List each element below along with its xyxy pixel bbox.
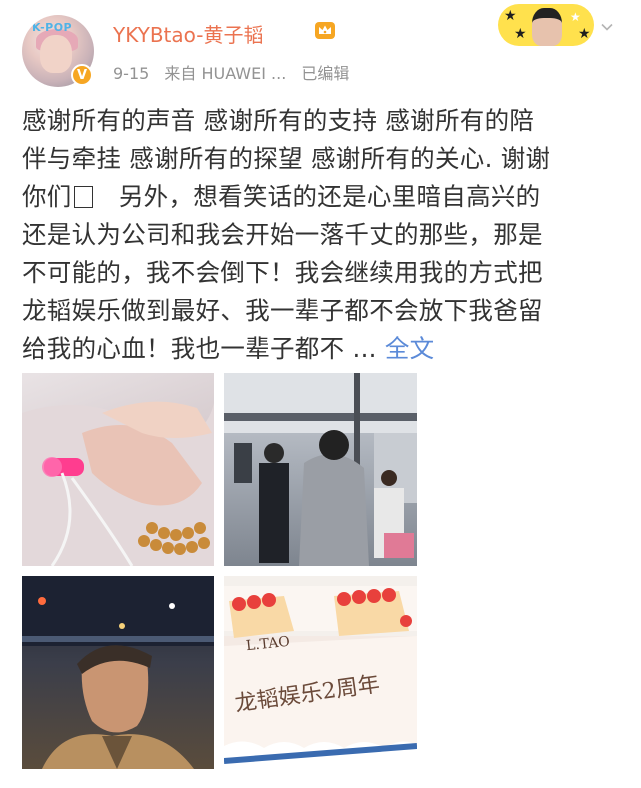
photo-hospital-hand-art bbox=[22, 401, 214, 566]
avatar-face bbox=[40, 35, 72, 73]
post-date: 9-15 bbox=[113, 64, 150, 83]
post-meta: 9-15 来自 HUAWEI ... 已编辑 bbox=[113, 60, 359, 84]
username[interactable]: YKYBtao-黄子韬 bbox=[113, 19, 263, 48]
post-text-line-8: 给我的心血！我也一辈子都不 ... 全文 bbox=[22, 330, 622, 368]
post-body: 感谢所有的声音 感谢所有的支持 感谢所有的陪 伴与牵挂 感谢所有的探望 感谢所有… bbox=[22, 102, 622, 368]
post-header: K-POP V YKYBtao-黄子韬 9-15 来自 HUAWEI ... 已… bbox=[0, 0, 641, 92]
photo-anniversary-cake[interactable]: L.TAO 龙韬娱乐2周年 bbox=[224, 576, 417, 769]
crown-icon bbox=[315, 22, 335, 39]
emoji-placeholder-icon bbox=[73, 186, 93, 208]
photo-cake-art bbox=[224, 576, 417, 769]
post-text-line: 龙韬娱乐做到最好、我一辈子都不会放下我爸留 bbox=[22, 296, 543, 325]
full-text-link[interactable]: 全文 bbox=[385, 334, 435, 363]
post-text-fragment: 你们 bbox=[22, 182, 72, 211]
card-sticker[interactable]: ★ ★ ★ ★ bbox=[498, 4, 594, 46]
photo-office[interactable] bbox=[224, 373, 417, 566]
photo-office-art bbox=[224, 373, 417, 566]
photo-hospital-hand[interactable] bbox=[22, 373, 214, 566]
post-text-fragment: 给我的心血！我也一辈子都不 ... bbox=[22, 334, 377, 363]
edited-label[interactable]: 已编辑 bbox=[301, 64, 349, 83]
post-text-line: 伴与牵挂 感谢所有的探望 感谢所有的关心. 谢谢 bbox=[22, 144, 551, 173]
post-source[interactable]: 来自 HUAWEI ... bbox=[164, 64, 286, 83]
star-icon: ★ bbox=[570, 10, 581, 24]
chevron-down-icon[interactable] bbox=[600, 20, 614, 34]
sticker-portrait bbox=[532, 8, 562, 46]
star-icon: ★ bbox=[504, 8, 517, 24]
star-icon: ★ bbox=[514, 26, 527, 42]
post-text-line: 还是认为公司和我会开始一落千丈的那些，那是 bbox=[22, 220, 543, 249]
photo-night-portrait-art bbox=[22, 576, 214, 769]
star-icon: ★ bbox=[578, 26, 591, 42]
post-text-fragment: 另外，想看笑话的还是心里暗自高兴的 bbox=[118, 182, 541, 211]
avatar-kpop-text: K-POP bbox=[32, 21, 73, 34]
verified-badge-icon: V bbox=[71, 64, 93, 86]
photo-night-portrait[interactable] bbox=[22, 576, 214, 769]
post-text-line: 感谢所有的声音 感谢所有的支持 感谢所有的陪 bbox=[22, 106, 535, 135]
post-text-line: 不可能的，我不会倒下！我会继续用我的方式把 bbox=[22, 258, 543, 287]
post-text-line-3: 你们 另外，想看笑话的还是心里暗自高兴的 bbox=[22, 178, 622, 216]
